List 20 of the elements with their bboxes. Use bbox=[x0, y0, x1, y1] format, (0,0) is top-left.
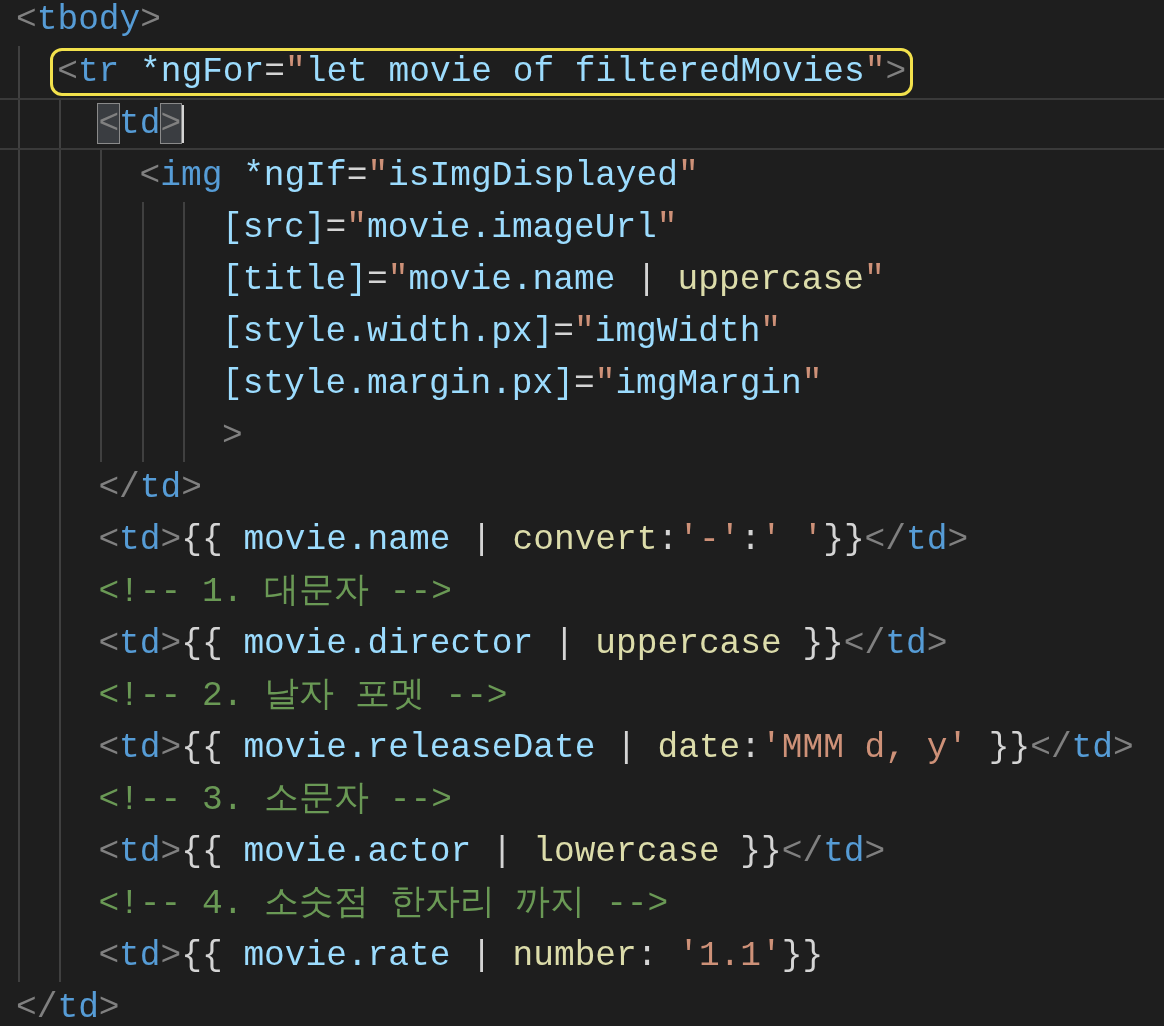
code-line: <!-- 1. 대문자 --> bbox=[98, 571, 452, 614]
code-line: <td>{{ movie.name | convert:'-':' '}}</td> bbox=[98, 519, 969, 562]
code-line: <!-- 2. 날자 포멧 --> bbox=[98, 675, 508, 718]
code-line: [style.margin.px]="imgMargin" bbox=[222, 363, 823, 406]
code-line: [src]="movie.imageUrl" bbox=[222, 207, 678, 250]
code-line: <td>{{ movie.director | uppercase }}</td> bbox=[98, 623, 948, 666]
code-line: <td> bbox=[98, 103, 182, 146]
code-line: <td>{{ movie.actor | lowercase }}</td> bbox=[98, 831, 886, 874]
code-line: <td>{{ movie.rate | number: '1.1'}} bbox=[98, 935, 824, 978]
code-line: [style.width.px]="imgWidth" bbox=[222, 311, 782, 354]
code-line: </td> bbox=[16, 987, 120, 1026]
code-line: <!-- 3. 소문자 --> bbox=[98, 779, 452, 822]
code-line: <td>{{ movie.releaseDate | date:'MMM d, y' }}</td> bbox=[98, 727, 1134, 770]
code-line: <img *ngIf="isImgDisplayed" bbox=[139, 155, 699, 198]
code-line: <tbody> bbox=[16, 0, 161, 42]
code-line: <!-- 4. 소숫점 한자리 까지 --> bbox=[98, 883, 669, 926]
code-line: > bbox=[222, 415, 243, 458]
code-line: [title]="movie.name | uppercase" bbox=[222, 259, 885, 302]
code-line: </td> bbox=[98, 467, 202, 510]
text-cursor bbox=[182, 105, 185, 143]
